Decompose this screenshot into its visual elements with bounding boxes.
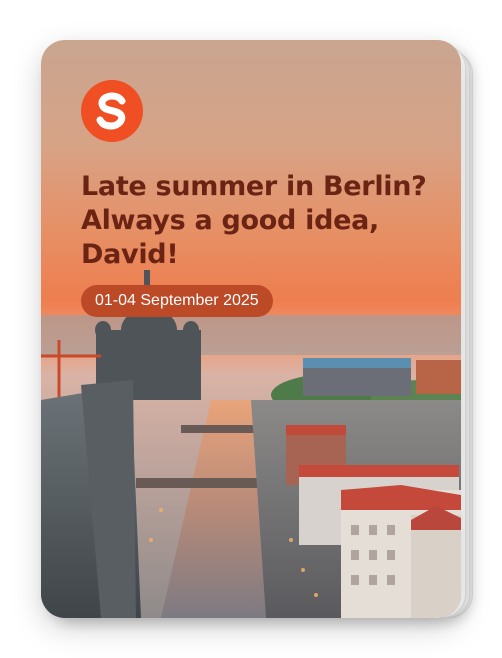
card-headline: Late summer in Berlin? Always a good ide… xyxy=(81,171,427,270)
card-stack: Late summer in Berlin? Always a good ide… xyxy=(0,0,502,658)
s-brand-logo-icon xyxy=(81,80,143,142)
date-range-badge: 01-04 September 2025 xyxy=(81,285,273,317)
trip-card[interactable]: Late summer in Berlin? Always a good ide… xyxy=(41,40,461,618)
